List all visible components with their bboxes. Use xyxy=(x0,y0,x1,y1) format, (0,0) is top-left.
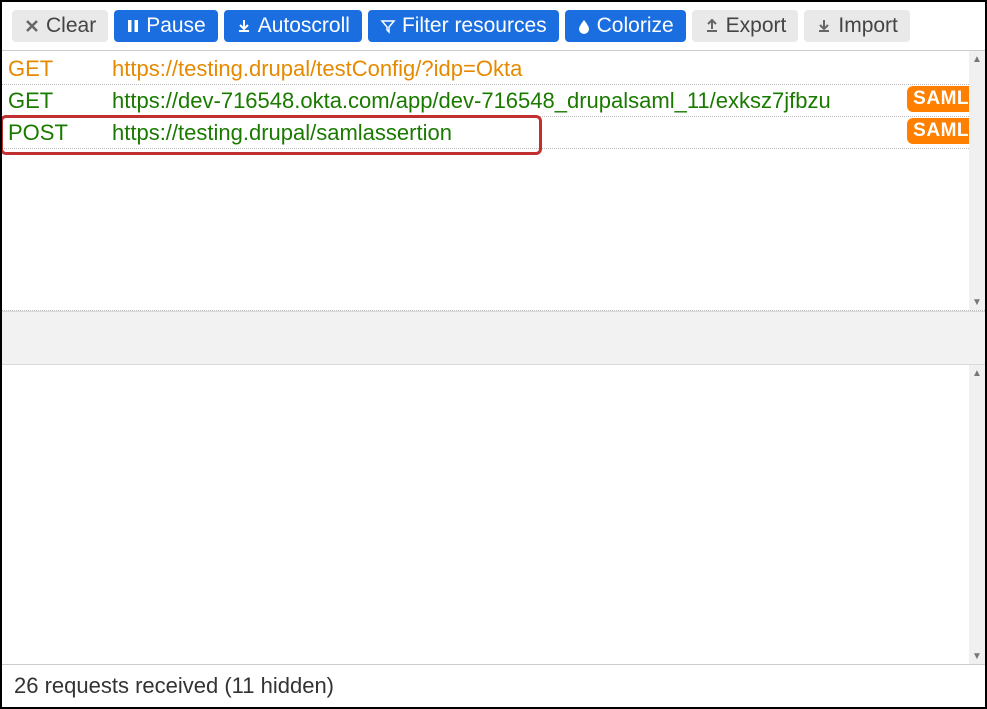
request-method: GET xyxy=(2,56,112,82)
scroll-up-icon[interactable]: ▲ xyxy=(969,51,985,67)
download-icon xyxy=(236,18,252,34)
status-text: 26 requests received (11 hidden) xyxy=(14,673,334,698)
request-url: https://testing.drupal/samlassertion xyxy=(112,120,985,146)
filter-icon xyxy=(380,18,396,34)
request-row[interactable]: GET https://dev-716548.okta.com/app/dev-… xyxy=(2,85,985,117)
request-row[interactable]: GET https://testing.drupal/testConfig/?i… xyxy=(2,53,985,85)
autoscroll-label: Autoscroll xyxy=(258,14,350,38)
x-icon xyxy=(24,18,40,34)
clear-label: Clear xyxy=(46,14,96,38)
splitter-bar[interactable] xyxy=(2,311,985,365)
import-label: Import xyxy=(838,14,898,38)
request-row[interactable]: POST https://testing.drupal/samlassertio… xyxy=(2,117,985,149)
clear-button[interactable]: Clear xyxy=(12,10,108,42)
request-url: https://dev-716548.okta.com/app/dev-7165… xyxy=(112,88,985,114)
filter-button[interactable]: Filter resources xyxy=(368,10,559,42)
autoscroll-button[interactable]: Autoscroll xyxy=(224,10,362,42)
colorize-button[interactable]: Colorize xyxy=(565,10,686,42)
request-url: https://testing.drupal/testConfig/?idp=O… xyxy=(112,56,985,82)
import-button[interactable]: Import xyxy=(804,10,910,42)
saml-badge: SAML xyxy=(907,86,975,112)
filter-label: Filter resources xyxy=(402,14,547,38)
status-bar: 26 requests received (11 hidden) xyxy=(2,664,985,707)
scroll-up-icon[interactable]: ▲ xyxy=(969,365,985,381)
request-method: GET xyxy=(2,88,112,114)
scroll-down-icon[interactable]: ▼ xyxy=(969,648,985,664)
pause-label: Pause xyxy=(146,14,206,38)
export-label: Export xyxy=(726,14,787,38)
toolbar: Clear Pause Autoscroll Filter resources … xyxy=(2,2,985,51)
requests-panel: GET https://testing.drupal/testConfig/?i… xyxy=(2,51,985,311)
request-method: POST xyxy=(2,120,112,146)
import-icon xyxy=(816,18,832,34)
scrollbar[interactable]: ▲ ▼ xyxy=(969,51,985,310)
export-button[interactable]: Export xyxy=(692,10,799,42)
pause-button[interactable]: Pause xyxy=(114,10,218,42)
requests-list: GET https://testing.drupal/testConfig/?i… xyxy=(2,51,985,151)
droplet-icon xyxy=(577,18,591,34)
scrollbar[interactable]: ▲ ▼ xyxy=(969,365,985,664)
scroll-down-icon[interactable]: ▼ xyxy=(969,294,985,310)
saml-badge: SAML xyxy=(907,118,975,144)
colorize-label: Colorize xyxy=(597,14,674,38)
pause-icon xyxy=(126,18,140,34)
upload-icon xyxy=(704,18,720,34)
details-panel: ▲ ▼ xyxy=(2,365,985,664)
